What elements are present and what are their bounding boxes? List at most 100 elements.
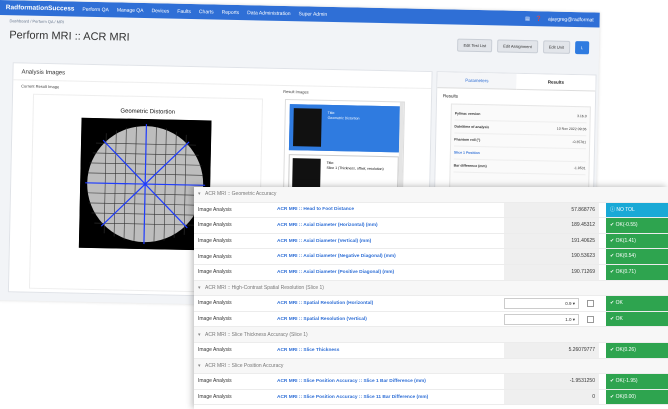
- result-value: 5.26079777: [504, 342, 599, 358]
- result-value: -1.9531250: [504, 374, 599, 389]
- test-results-table: ▾ ACR MRI :: Geometric AccuracyImage Anal…: [194, 187, 668, 409]
- status-text: OK(0.00): [615, 393, 636, 400]
- nav-faults[interactable]: Faults: [177, 8, 191, 14]
- test-name-link[interactable]: ACR MRI :: Axial Diameter (Vertical) (mm…: [277, 239, 371, 244]
- result-key: Bar difference (mm): [453, 163, 487, 169]
- section-header[interactable]: ▾ ACR MRI :: Slice Position Accuracy: [194, 358, 668, 375]
- section-title: ACR MRI :: High-Contrast Spatial Resolut…: [205, 284, 324, 291]
- nav-manage-qa[interactable]: Manage QA: [117, 7, 144, 14]
- chevron-down-icon[interactable]: ▾: [198, 285, 201, 291]
- result-key: Pylinac version: [454, 111, 481, 117]
- check-circle-icon: ✔: [610, 393, 615, 400]
- book-icon[interactable]: ▤: [525, 16, 530, 22]
- value-select[interactable]: 1.0 ▾: [504, 313, 579, 325]
- nav-perform-qa[interactable]: Perform QA: [82, 6, 109, 13]
- nav-charts[interactable]: Charts: [199, 9, 214, 15]
- page-title: Perform MRI :: ACR MRI: [9, 29, 130, 44]
- table-row: Image Analysis ACR MRI :: Axial Diameter …: [194, 233, 668, 250]
- test-name-link[interactable]: ACR MRI :: Slice Thickness: [277, 348, 339, 353]
- result-key: Phantom roll (°): [454, 137, 481, 143]
- result-key[interactable]: Slice 1 Position: [454, 151, 533, 157]
- status-badge: ✔ OK(0.71): [606, 264, 668, 280]
- info-circle-icon: ⓘ: [610, 206, 616, 213]
- truncated-primary-button[interactable]: L: [574, 40, 590, 54]
- result-value: -1.9531: [573, 166, 586, 171]
- test-type: Image Analysis: [198, 269, 232, 276]
- table-row: Image Analysis ACR MRI :: Head to Foot Di…: [194, 202, 668, 219]
- section-header[interactable]: ▾ ACR MRI :: Geometric Accuracy: [194, 187, 668, 203]
- test-type: Image Analysis: [198, 222, 232, 229]
- status-text: OK(0.54): [615, 253, 636, 260]
- tab-parameters[interactable]: Parameters: [437, 72, 517, 90]
- check-circle-icon: ✔: [610, 222, 615, 229]
- status-badge: ✔ OK(-0.55): [606, 218, 668, 233]
- result-images-label: Result Images: [283, 88, 309, 95]
- test-type: Image Analysis: [198, 347, 232, 354]
- select-value: 1.0: [565, 316, 572, 322]
- edit-unit-button[interactable]: Edit Unit: [542, 39, 571, 54]
- status-text: OK(1.41): [615, 237, 636, 244]
- section-title: ACR MRI :: Slice Position Accuracy: [205, 362, 284, 369]
- status-badge: ✔ OK(1.41): [606, 233, 668, 249]
- status-text: OK: [615, 315, 623, 322]
- result-thumb-geometric[interactable]: Title: Geometric Distortion: [288, 104, 400, 153]
- result-value: 57.868776: [504, 202, 599, 218]
- test-name-link[interactable]: ACR MRI :: Slice Position Accuracy :: Sl…: [277, 395, 428, 400]
- table-row: Image Analysis ACR MRI :: Slice Position …: [194, 389, 668, 406]
- value-select[interactable]: 0.9 ▾: [504, 298, 579, 310]
- result-key: Date/time of analysis: [454, 124, 490, 130]
- nav-devices[interactable]: Devices: [151, 8, 169, 14]
- status-badge: ✔ OK: [606, 311, 668, 327]
- test-name-link[interactable]: ACR MRI :: Axial Diameter (Horizontal) (…: [277, 223, 378, 228]
- result-value: 10 Nov 2022 09:36: [556, 126, 587, 132]
- test-type: Image Analysis: [198, 316, 232, 323]
- check-circle-icon: ✔: [610, 237, 615, 244]
- brand-logo[interactable]: RadformationSuccess: [6, 4, 75, 12]
- status-text: OK(-0.55): [615, 222, 638, 229]
- thumb-desc: Slice 1 (Thickness, offset, resolution): [326, 165, 384, 171]
- test-name-link[interactable]: ACR MRI :: Head to Foot Distance: [277, 207, 354, 212]
- tab-results[interactable]: Results: [516, 73, 596, 92]
- chevron-down-icon[interactable]: ▾: [198, 332, 201, 338]
- skip-checkbox[interactable]: [587, 300, 594, 308]
- current-result-label: Current Result Image: [21, 83, 60, 90]
- result-value: 190.71269: [504, 264, 599, 280]
- table-row: Image Analysis ACR MRI :: Slice Thickness…: [194, 342, 668, 359]
- section-title: ACR MRI :: Slice Thickness Accuracy (Sli…: [205, 331, 308, 338]
- chevron-down-icon[interactable]: ▾: [198, 191, 201, 197]
- table-row: Image Analysis ACR MRI :: Axial Diameter …: [194, 249, 668, 265]
- test-name-link[interactable]: ACR MRI :: Axial Diameter (Positive Diag…: [277, 270, 394, 275]
- edit-assignment-button[interactable]: Edit Assignment: [496, 38, 538, 53]
- edit-test-list-button[interactable]: Edit Test List: [457, 38, 493, 52]
- section-header[interactable]: ▾ ACR MRI :: Slice Thickness Accuracy (Sl…: [194, 327, 668, 343]
- chevron-down-icon[interactable]: ▾: [198, 363, 201, 369]
- thumbnail-image: [293, 108, 322, 147]
- nav-super-admin[interactable]: Super Admin: [298, 11, 327, 18]
- test-name-link[interactable]: ACR MRI :: Spatial Resolution (Horizonta…: [277, 301, 373, 306]
- check-circle-icon: ✔: [610, 346, 615, 353]
- check-circle-icon: ✔: [610, 253, 615, 260]
- section-header[interactable]: ▾ ACR MRI :: High-Contrast Spatial Resolu…: [194, 280, 668, 297]
- test-type: Image Analysis: [198, 394, 232, 401]
- user-menu[interactable]: ajaygreg@radformat: [548, 16, 594, 23]
- status-text: OK: [615, 300, 623, 307]
- test-name-link[interactable]: ACR MRI :: Axial Diameter (Negative Diag…: [277, 254, 396, 259]
- nav-reports[interactable]: Reports: [222, 9, 240, 15]
- table-row: Image Analysis ACR MRI :: Spatial Resolut…: [194, 311, 668, 328]
- help-icon[interactable]: ❓: [536, 16, 542, 22]
- test-name-link[interactable]: ACR MRI :: Slice Position Accuracy :: Sl…: [277, 379, 426, 384]
- result-value: -0.35761: [572, 140, 587, 145]
- result-value: 0: [504, 389, 599, 405]
- test-name-link[interactable]: ACR MRI :: Spatial Resolution (Vertical): [277, 317, 367, 322]
- nav-data-administration[interactable]: Data Administration: [247, 10, 290, 17]
- section-title: ACR MRI :: Geometric Accuracy: [205, 191, 277, 198]
- result-value: 190.53623: [504, 249, 599, 264]
- test-type: Image Analysis: [198, 238, 232, 245]
- check-circle-icon: ✔: [610, 268, 615, 275]
- check-circle-icon: ✔: [610, 315, 615, 322]
- caret-down-icon: ▾: [572, 316, 575, 322]
- status-text: OK(0.26): [615, 346, 636, 353]
- skip-checkbox[interactable]: [587, 315, 594, 323]
- mri-phantom-image: [78, 117, 212, 251]
- status-text: OK(0.71): [615, 268, 636, 275]
